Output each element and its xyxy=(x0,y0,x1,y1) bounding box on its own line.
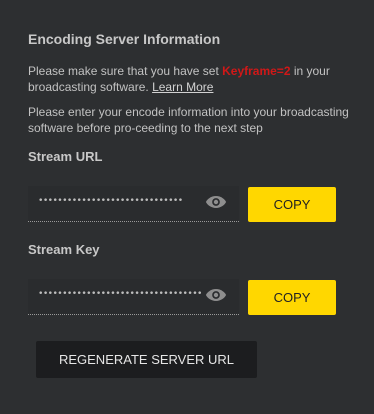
stream-key-label: Stream Key xyxy=(28,242,100,257)
keyframe-notice: Please make sure that you have set Keyfr… xyxy=(28,63,358,95)
stream-url-field[interactable]: •••••••••••••••••••••••••••••• xyxy=(28,186,239,222)
copy-stream-key-button[interactable]: COPY xyxy=(248,280,336,315)
regenerate-server-url-button[interactable]: REGENERATE SERVER URL xyxy=(36,341,257,378)
stream-key-masked-value: •••••••••••••••••••••••••••••••••• xyxy=(38,289,202,299)
stream-url-label: Stream URL xyxy=(28,149,103,164)
encode-instructions: Please enter your encode information int… xyxy=(28,105,349,135)
keyframe-value: Keyframe=2 xyxy=(222,64,291,78)
eye-icon[interactable] xyxy=(205,194,227,210)
learn-more-link[interactable]: Learn More xyxy=(152,80,213,94)
copy-stream-url-button[interactable]: COPY xyxy=(248,187,336,222)
eye-icon[interactable] xyxy=(205,287,227,303)
stream-url-masked-value: •••••••••••••••••••••••••••••• xyxy=(38,196,183,206)
section-title: Encoding Server Information xyxy=(28,31,221,47)
stream-key-field[interactable]: •••••••••••••••••••••••••••••••••• xyxy=(28,279,239,315)
keyframe-notice-prefix: Please make sure that you have set xyxy=(28,64,223,78)
